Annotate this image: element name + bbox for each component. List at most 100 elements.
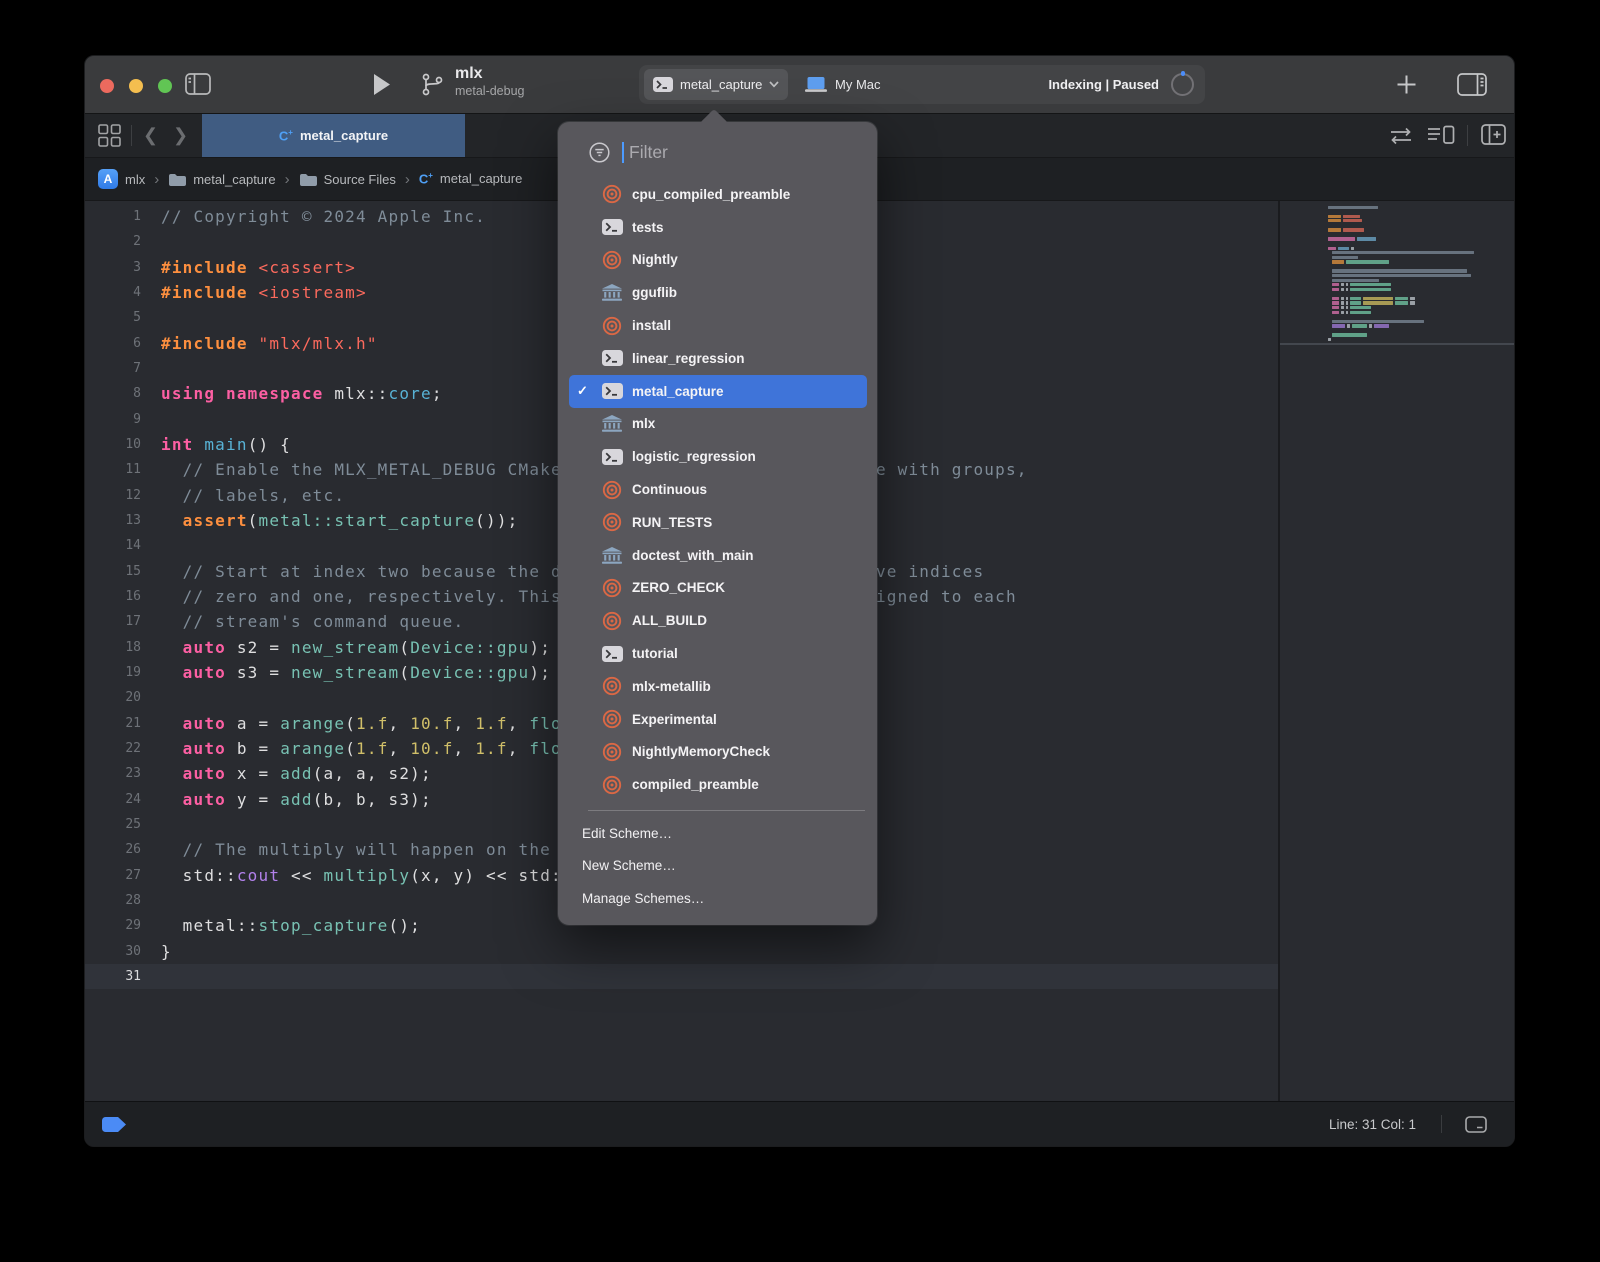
line-number[interactable]: 31 (85, 964, 141, 989)
scheme-menu-item-metal_capture[interactable]: ✓metal_capture (569, 375, 867, 408)
back-chevron-icon[interactable]: ❮ (143, 125, 158, 146)
add-editor-icon[interactable] (1481, 124, 1506, 145)
line-number[interactable]: 16 (85, 584, 141, 609)
filter-input[interactable]: Filter (629, 142, 668, 163)
minimap-toggle-icon[interactable] (1427, 124, 1455, 146)
scheme-menu-item-tutorial[interactable]: tutorial (569, 637, 867, 670)
line-number[interactable]: 10 (85, 432, 141, 457)
line-number[interactable]: 23 (85, 761, 141, 786)
line-number[interactable]: 3 (85, 255, 141, 280)
minimap-line-24 (1332, 311, 1371, 314)
swap-editors-icon[interactable] (1388, 124, 1414, 148)
scheme-menu-item-cpu_compiled_preamble[interactable]: cpu_compiled_preamble (569, 178, 867, 211)
line-number[interactable]: 5 (85, 305, 141, 330)
line-number[interactable]: 14 (85, 533, 141, 558)
destination-selector[interactable]: My Mac (805, 65, 881, 104)
line-number[interactable]: 7 (85, 356, 141, 381)
inspector-toggle-icon[interactable] (1457, 73, 1487, 96)
line-number[interactable]: 24 (85, 787, 141, 812)
library-add-button[interactable] (1396, 74, 1417, 95)
breadcrumb-file[interactable]: C+ metal_capture (419, 171, 522, 186)
close-button[interactable] (100, 79, 114, 93)
scheme-item-label: cpu_compiled_preamble (632, 187, 790, 202)
line-number[interactable]: 4 (85, 280, 141, 305)
tab-metal-capture[interactable]: C+ metal_capture (202, 114, 465, 157)
line-number[interactable]: 30 (85, 939, 141, 964)
divider (1467, 125, 1468, 146)
scheme-menu-item-doctest_with_main[interactable]: doctest_with_main (569, 539, 867, 572)
line-number[interactable]: 13 (85, 508, 141, 533)
code-line-31[interactable]: 31 (85, 964, 1278, 989)
scheme-menu-item-mlx-metallib[interactable]: mlx-metallib (569, 670, 867, 703)
minimap-line-19 (1332, 288, 1391, 291)
divider (131, 125, 132, 146)
line-number[interactable]: 28 (85, 888, 141, 913)
terminal-icon (602, 383, 623, 399)
target-icon (602, 250, 622, 270)
line-number[interactable]: 26 (85, 837, 141, 862)
zoom-button[interactable] (158, 79, 172, 93)
scheme-filter-row[interactable]: Filter (558, 134, 877, 170)
scheme-menu-item-gguflib[interactable]: gguflib (569, 276, 867, 309)
minimize-button[interactable] (129, 79, 143, 93)
scheme-menu-item-mlx[interactable]: mlx (569, 408, 867, 441)
line-number[interactable]: 19 (85, 660, 141, 685)
scheme-menu-item-NightlyMemoryCheck[interactable]: NightlyMemoryCheck (569, 736, 867, 769)
scheme-menu-item-install[interactable]: install (569, 309, 867, 342)
line-number[interactable]: 17 (85, 609, 141, 634)
menu-action-manage-schemes-[interactable]: Manage Schemes… (558, 882, 877, 915)
scheme-menu-item-linear_regression[interactable]: linear_regression (569, 342, 867, 375)
minimap-line-29 (1332, 333, 1367, 336)
line-number[interactable]: 29 (85, 913, 141, 938)
line-number[interactable]: 12 (85, 483, 141, 508)
scheme-item-label: doctest_with_main (632, 548, 754, 563)
scheme-menu-item-Continuous[interactable]: Continuous (569, 473, 867, 506)
line-number[interactable]: 6 (85, 331, 141, 356)
line-number[interactable]: 15 (85, 559, 141, 584)
line-number[interactable]: 20 (85, 685, 141, 710)
breadcrumb-project[interactable]: A mlx (98, 169, 145, 189)
minimap-line-10 (1328, 247, 1354, 250)
target-icon (602, 742, 622, 762)
target-icon (602, 512, 622, 532)
line-number[interactable]: 21 (85, 711, 141, 736)
line-number[interactable]: 22 (85, 736, 141, 761)
forward-chevron-icon[interactable]: ❯ (173, 125, 188, 146)
breadcrumb-separator: › (405, 171, 410, 188)
scheme-selector[interactable]: metal_capture (644, 69, 788, 100)
scheme-menu-item-logistic_regression[interactable]: logistic_regression (569, 440, 867, 473)
run-button[interactable] (373, 74, 391, 95)
line-number[interactable]: 25 (85, 812, 141, 837)
scheme-menu-item-ZERO_CHECK[interactable]: ZERO_CHECK (569, 572, 867, 605)
menu-action-new-scheme-[interactable]: New Scheme… (558, 850, 877, 883)
line-number[interactable]: 8 (85, 381, 141, 406)
scheme-menu-item-Experimental[interactable]: Experimental (569, 703, 867, 736)
terminal-icon (653, 77, 673, 92)
scheme-menu-item-compiled_preamble[interactable]: compiled_preamble (569, 768, 867, 801)
scheme-item-label: mlx (632, 416, 655, 431)
line-number[interactable]: 9 (85, 407, 141, 432)
scheme-item-label: ZERO_CHECK (632, 580, 725, 595)
project-title: mlx (455, 64, 525, 84)
scheme-item-label: logistic_regression (632, 449, 756, 464)
terminal-icon (602, 350, 623, 366)
scheme-label: metal_capture (680, 77, 762, 92)
line-number[interactable]: 2 (85, 229, 141, 254)
breadcrumb-group[interactable]: metal_capture (168, 172, 275, 187)
minimap[interactable] (1280, 201, 1514, 1101)
activity-status-text[interactable]: Indexing | Paused (1048, 65, 1159, 104)
line-number[interactable]: 18 (85, 635, 141, 660)
line-number[interactable]: 11 (85, 457, 141, 482)
line-number[interactable]: 1 (85, 204, 141, 229)
scheme-menu-item-RUN_TESTS[interactable]: RUN_TESTS (569, 506, 867, 539)
scheme-menu-item-Nightly[interactable]: Nightly (569, 244, 867, 277)
line-number[interactable]: 27 (85, 863, 141, 888)
scheme-menu-item-tests[interactable]: tests (569, 211, 867, 244)
scheme-menu-item-ALL_BUILD[interactable]: ALL_BUILD (569, 604, 867, 637)
menu-action-edit-scheme-[interactable]: Edit Scheme… (558, 817, 877, 850)
related-items-icon[interactable] (98, 124, 121, 147)
navigator-sidebar-toggle-icon[interactable] (185, 73, 211, 95)
code-line-30[interactable]: 30} (85, 939, 1278, 964)
breadcrumb-source-files[interactable]: Source Files (299, 172, 396, 187)
editor-bar-toggle-icon[interactable] (1465, 1116, 1487, 1133)
